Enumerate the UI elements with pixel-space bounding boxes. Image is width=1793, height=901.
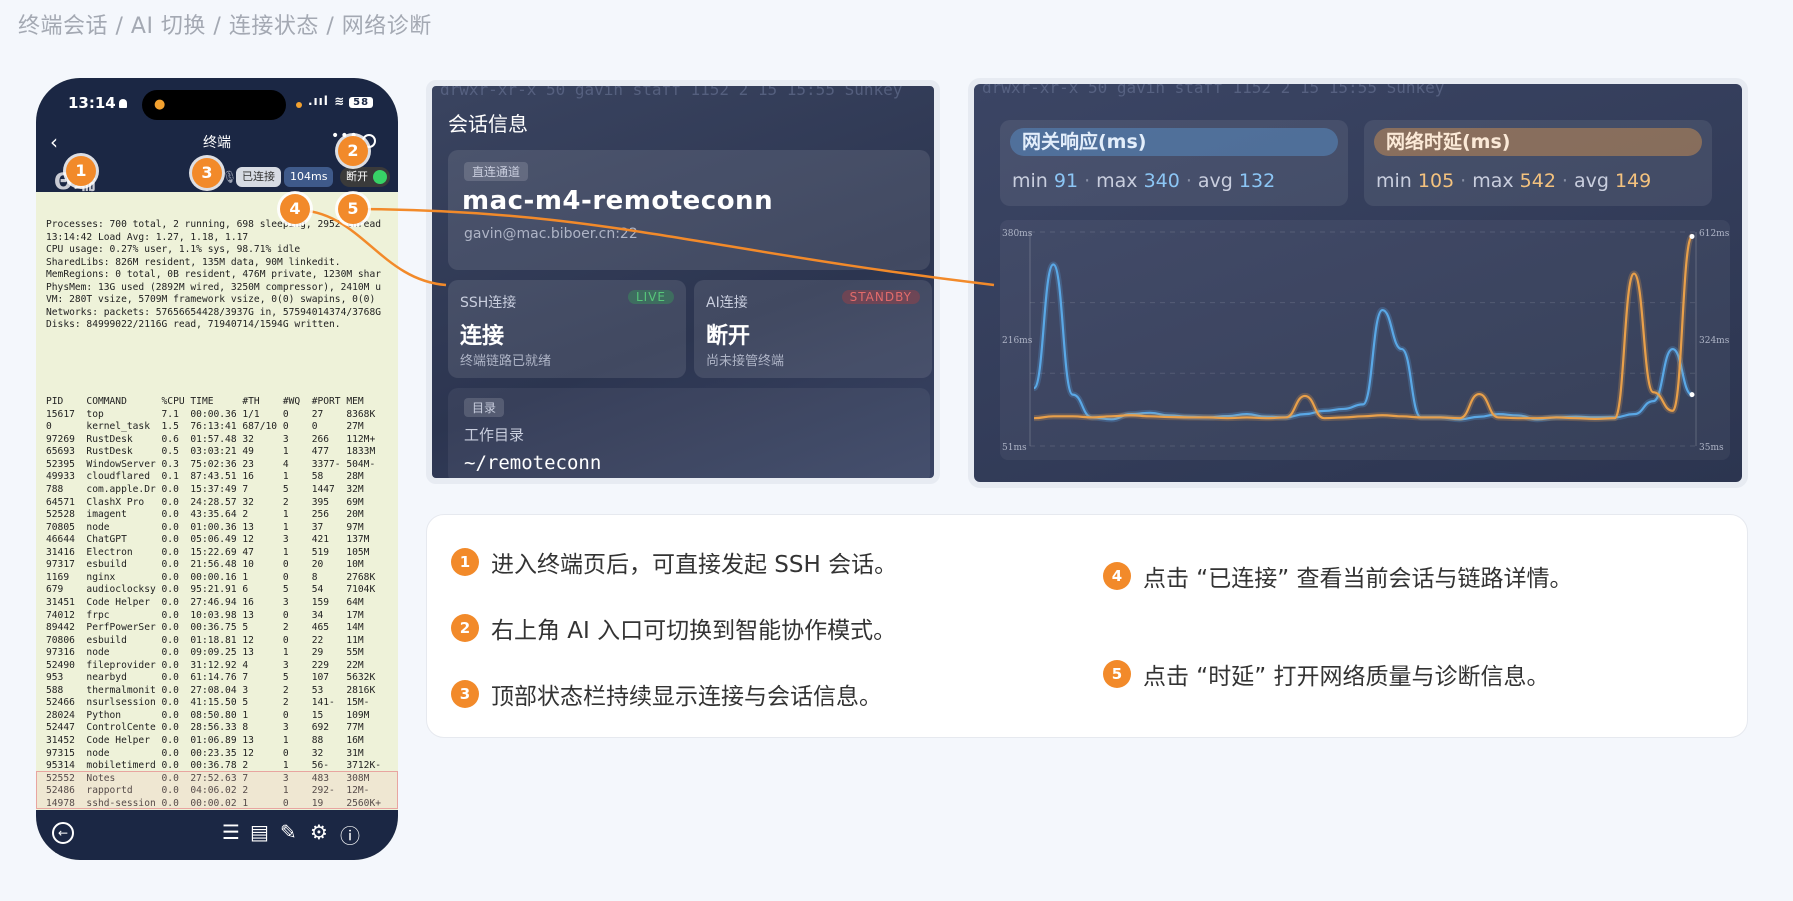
legend-item-4: 4 点击 “已连接” 查看当前会话与链路详情。 <box>1103 559 1572 593</box>
connector-5 <box>353 207 995 287</box>
callout-4: 4 <box>280 194 310 224</box>
legend-text: 顶部状态栏持续显示连接与会话信息。 <box>491 684 882 710</box>
legend-number: 5 <box>1103 660 1131 688</box>
legend-number: 4 <box>1103 562 1131 590</box>
connector-lines <box>295 207 995 287</box>
legend-item-5: 5 点击 “时延” 打开网络质量与诊断信息。 <box>1103 657 1549 691</box>
legend-panel: 1 进入终端页后，可直接发起 SSH 会话。 2 右上角 AI 入口可切换到智能… <box>426 514 1748 738</box>
callout-5: 5 <box>338 194 368 224</box>
legend-item-2: 2 右上角 AI 入口可切换到智能协作模式。 <box>451 611 896 645</box>
legend-text: 点击 “已连接” 查看当前会话与链路详情。 <box>1143 566 1573 592</box>
callout-3: 3 <box>192 158 222 188</box>
legend-number: 2 <box>451 614 479 642</box>
legend-item-1: 1 进入终端页后，可直接发起 SSH 会话。 <box>451 545 897 579</box>
legend-text: 右上角 AI 入口可切换到智能协作模式。 <box>491 618 897 644</box>
legend-text: 点击 “时延” 打开网络质量与诊断信息。 <box>1143 664 1550 690</box>
legend-number: 3 <box>451 680 479 708</box>
legend-number: 1 <box>451 548 479 576</box>
callout-1: 1 <box>66 156 96 186</box>
legend-text: 进入终端页后，可直接发起 SSH 会话。 <box>491 552 898 578</box>
connector-4 <box>295 208 447 287</box>
legend-item-3: 3 顶部状态栏持续显示连接与会话信息。 <box>451 677 882 711</box>
callout-2: 2 <box>338 136 368 166</box>
